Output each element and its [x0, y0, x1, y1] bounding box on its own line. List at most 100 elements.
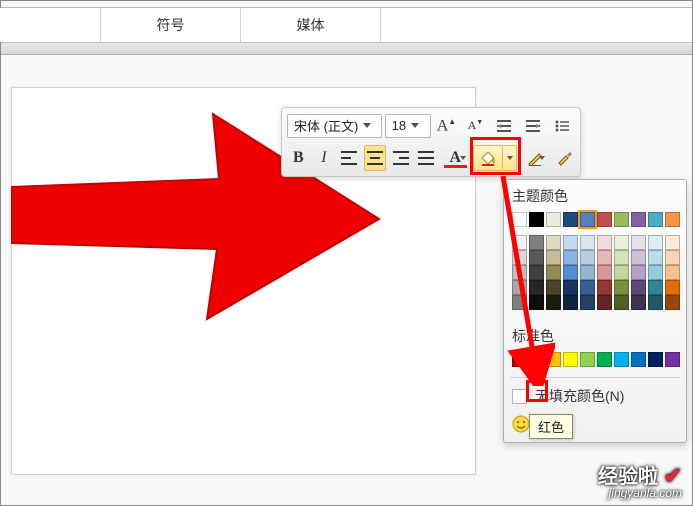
color-swatch[interactable]: [614, 280, 629, 295]
color-swatch[interactable]: [546, 295, 561, 310]
color-swatch[interactable]: [580, 212, 595, 227]
color-swatch[interactable]: [614, 295, 629, 310]
shrink-font-button[interactable]: A▼: [462, 113, 488, 139]
color-swatch[interactable]: [512, 212, 527, 227]
shape-outline-button[interactable]: [520, 145, 549, 171]
color-swatch[interactable]: [529, 250, 544, 265]
color-swatch[interactable]: [648, 265, 663, 280]
color-swatch[interactable]: [529, 212, 544, 227]
color-swatch[interactable]: [597, 265, 612, 280]
color-swatch[interactable]: [597, 352, 612, 367]
italic-button[interactable]: I: [313, 145, 336, 171]
color-swatch[interactable]: [563, 295, 578, 310]
ribbon-tab-media[interactable]: 媒体: [241, 8, 381, 42]
color-swatch[interactable]: [631, 280, 646, 295]
color-swatch[interactable]: [546, 265, 561, 280]
color-swatch[interactable]: [529, 280, 544, 295]
color-swatch[interactable]: [631, 352, 646, 367]
color-swatch[interactable]: [580, 352, 595, 367]
font-size-combo[interactable]: 18: [385, 114, 431, 138]
ribbon-tab-partial[interactable]: [0, 8, 101, 42]
color-swatch[interactable]: [546, 250, 561, 265]
color-swatch[interactable]: [580, 280, 595, 295]
indent-left-button[interactable]: [491, 113, 517, 139]
color-swatch[interactable]: [580, 250, 595, 265]
bullets-button[interactable]: [549, 113, 575, 139]
color-swatch[interactable]: [648, 212, 663, 227]
color-swatch[interactable]: [512, 265, 527, 280]
color-swatch[interactable]: [614, 235, 629, 250]
color-swatch[interactable]: [580, 295, 595, 310]
brush-icon: [556, 150, 572, 166]
shrink-font-icon: A▼: [468, 118, 484, 133]
color-swatch[interactable]: [665, 235, 680, 250]
highlight-button[interactable]: [473, 145, 503, 171]
color-swatch[interactable]: [512, 250, 527, 265]
color-swatch[interactable]: [597, 295, 612, 310]
bold-icon: B: [293, 149, 304, 167]
color-swatch[interactable]: [563, 265, 578, 280]
color-swatch[interactable]: [648, 280, 663, 295]
highlight-split-button[interactable]: [473, 145, 517, 171]
color-swatch[interactable]: [529, 265, 544, 280]
color-swatch[interactable]: [512, 295, 527, 310]
align-center-button[interactable]: [364, 145, 387, 171]
bold-button[interactable]: B: [287, 145, 310, 171]
color-swatch[interactable]: [546, 352, 561, 367]
color-swatch[interactable]: [614, 352, 629, 367]
color-swatch[interactable]: [614, 265, 629, 280]
align-left-button[interactable]: [338, 145, 361, 171]
font-color-button[interactable]: A: [441, 145, 470, 171]
highlight-dropdown-button[interactable]: [503, 145, 517, 171]
color-swatch[interactable]: [648, 250, 663, 265]
color-swatch[interactable]: [597, 235, 612, 250]
color-swatch[interactable]: [529, 235, 544, 250]
color-swatch[interactable]: [665, 212, 680, 227]
color-swatch[interactable]: [597, 212, 612, 227]
font-name-combo[interactable]: 宋体 (正文): [287, 114, 382, 138]
color-swatch[interactable]: [614, 212, 629, 227]
color-swatch[interactable]: [665, 265, 680, 280]
check-icon: ✔: [664, 463, 682, 488]
grow-font-button[interactable]: A▲: [434, 113, 460, 139]
color-swatch[interactable]: [546, 212, 561, 227]
color-swatch[interactable]: [512, 235, 527, 250]
color-swatch[interactable]: [665, 280, 680, 295]
color-swatch[interactable]: [529, 295, 544, 310]
chevron-down-icon: [539, 156, 545, 160]
color-swatch[interactable]: [665, 295, 680, 310]
color-swatch[interactable]: [648, 352, 663, 367]
color-swatch[interactable]: [631, 212, 646, 227]
color-swatch[interactable]: [529, 352, 544, 367]
chevron-down-icon: [460, 156, 466, 160]
color-swatch[interactable]: [512, 280, 527, 295]
color-swatch[interactable]: [580, 265, 595, 280]
no-fill-row[interactable]: 无填充颜色(N): [504, 382, 686, 410]
indent-right-button[interactable]: [520, 113, 546, 139]
color-swatch[interactable]: [631, 265, 646, 280]
color-swatch[interactable]: [563, 212, 578, 227]
color-swatch[interactable]: [665, 250, 680, 265]
color-swatch[interactable]: [546, 280, 561, 295]
align-justify-button[interactable]: [415, 145, 438, 171]
color-swatch[interactable]: [512, 352, 527, 367]
bullets-icon: [554, 119, 570, 133]
color-swatch[interactable]: [546, 235, 561, 250]
color-swatch[interactable]: [580, 235, 595, 250]
color-swatch[interactable]: [563, 352, 578, 367]
color-swatch[interactable]: [563, 235, 578, 250]
ribbon-tab-symbols[interactable]: 符号: [101, 8, 241, 42]
color-swatch[interactable]: [597, 250, 612, 265]
color-swatch[interactable]: [563, 250, 578, 265]
color-swatch[interactable]: [631, 235, 646, 250]
color-swatch[interactable]: [614, 250, 629, 265]
color-swatch[interactable]: [631, 250, 646, 265]
align-right-button[interactable]: [389, 145, 412, 171]
color-swatch[interactable]: [563, 280, 578, 295]
color-swatch[interactable]: [648, 295, 663, 310]
color-swatch[interactable]: [597, 280, 612, 295]
color-swatch[interactable]: [631, 295, 646, 310]
color-swatch[interactable]: [648, 235, 663, 250]
format-painter-button[interactable]: [552, 145, 575, 171]
color-swatch[interactable]: [665, 352, 680, 367]
